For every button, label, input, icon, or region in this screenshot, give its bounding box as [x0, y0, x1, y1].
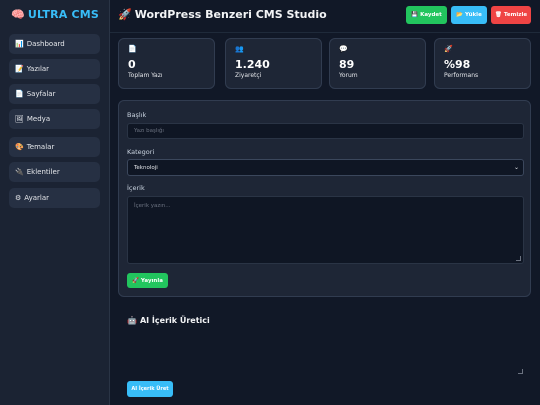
floppy-icon: 💾 [411, 12, 419, 18]
robot-icon: 🤖 [127, 316, 137, 325]
brand-logo: 🧠 ULTRA CMS [0, 8, 110, 21]
sidebar-item-label: Yazılar [26, 65, 50, 73]
post-editor-panel: Başlık Yazı başlığı Kategori Teknoloji ⌄… [118, 100, 531, 297]
folder-icon: 📂 [456, 12, 464, 18]
picture-icon: 🖼 [15, 115, 24, 123]
rocket-icon: 🚀 [444, 45, 453, 53]
content-textarea[interactable]: İçerik yazın... [127, 196, 524, 264]
sidebar-item-settings[interactable]: ⚙ Ayarlar [9, 188, 100, 208]
clear-button[interactable]: 🗑 Temizle [491, 6, 531, 24]
category-select-value: Teknoloji [134, 164, 158, 171]
stat-card-performance: 🚀 %98 Performans [434, 38, 531, 89]
palette-icon: 🎨 [15, 143, 24, 151]
gear-icon: ⚙ [15, 194, 22, 202]
resize-handle-icon[interactable] [518, 369, 523, 374]
users-icon: 👥 [235, 45, 244, 53]
header-divider [110, 32, 540, 33]
sidebar-item-themes[interactable]: 🎨 Temalar [9, 137, 100, 157]
brand-name: ULTRA CMS [27, 8, 100, 21]
save-button-label: Kaydet [420, 12, 442, 18]
ai-title-text: AI İçerik Üretici [139, 316, 210, 325]
load-button-label: Yükle [465, 12, 482, 18]
stat-label: Performans [444, 72, 479, 79]
title-label: Başlık [127, 111, 147, 119]
sidebar-item-dashboard[interactable]: 📊 Dashboard [9, 34, 100, 54]
speech-bubble-icon: 💬 [339, 45, 348, 53]
stat-card-comments: 💬 89 Yorum [329, 38, 426, 89]
stat-value: %98 [444, 58, 471, 71]
publish-button[interactable]: 🚀 Yayınla [127, 273, 168, 288]
content-label: İçerik [127, 184, 145, 192]
page-icon: 📄 [128, 45, 137, 53]
stat-label: Yorum [339, 72, 358, 79]
sidebar-item-plugins[interactable]: 🔌 Eklentiler [9, 162, 100, 182]
content-placeholder: İçerik yazın... [134, 203, 171, 209]
trash-icon: 🗑 [494, 12, 502, 18]
chevron-down-icon: ⌄ [513, 164, 519, 171]
ai-generate-button[interactable]: AI İçerik Üret [127, 381, 173, 397]
stat-card-visitors: 👥 1.240 Ziyaretçi [225, 38, 322, 89]
memo-icon: 📝 [15, 65, 24, 73]
clear-button-label: Temizle [503, 12, 528, 18]
load-button[interactable]: 📂 Yükle [451, 6, 487, 24]
page-icon: 📄 [15, 90, 24, 98]
stat-card-posts: 📄 0 Toplam Yazı [118, 38, 215, 89]
sidebar-item-label: Medya [26, 115, 51, 123]
category-select[interactable]: Teknoloji ⌄ [127, 159, 524, 176]
stat-label: Toplam Yazı [128, 72, 163, 79]
rocket-icon: 🚀 [118, 8, 132, 21]
sidebar-item-label: Eklentiler [26, 168, 60, 176]
chart-icon: 📊 [15, 40, 24, 48]
publish-button-label: Yayınla [140, 277, 163, 284]
page-title: 🚀 WordPress Benzeri CMS Studio [118, 8, 327, 21]
sidebar-item-label: Sayfalar [26, 90, 56, 98]
sidebar-item-posts[interactable]: 📝 Yazılar [9, 59, 100, 79]
sidebar-item-label: Ayarlar [24, 194, 50, 202]
ai-prompt-textarea[interactable] [127, 334, 523, 374]
title-input[interactable]: Yazı başlığı [127, 123, 524, 139]
brain-icon: 🧠 [10, 8, 25, 21]
stat-label: Ziyaretçi [235, 72, 262, 79]
resize-handle-icon[interactable] [516, 256, 521, 261]
stat-value: 0 [128, 58, 136, 71]
sidebar-item-label: Dashboard [26, 40, 65, 48]
sidebar-item-pages[interactable]: 📄 Sayfalar [9, 84, 100, 104]
sidebar-item-label: Temalar [26, 143, 55, 151]
stat-value: 1.240 [235, 58, 270, 71]
stat-value: 89 [339, 58, 355, 71]
save-button[interactable]: 💾 Kaydet [406, 6, 447, 24]
page-title-text: WordPress Benzeri CMS Studio [134, 8, 327, 21]
ai-section-title: 🤖 AI İçerik Üretici [127, 316, 210, 325]
rocket-icon: 🚀 [132, 277, 139, 284]
sidebar: 🧠 ULTRA CMS 📊 Dashboard 📝 Yazılar 📄 Sayfalar… [0, 0, 110, 405]
sidebar-item-media[interactable]: 🖼 Medya [9, 109, 100, 129]
plug-icon: 🔌 [15, 168, 24, 176]
category-label: Kategori [127, 148, 155, 156]
